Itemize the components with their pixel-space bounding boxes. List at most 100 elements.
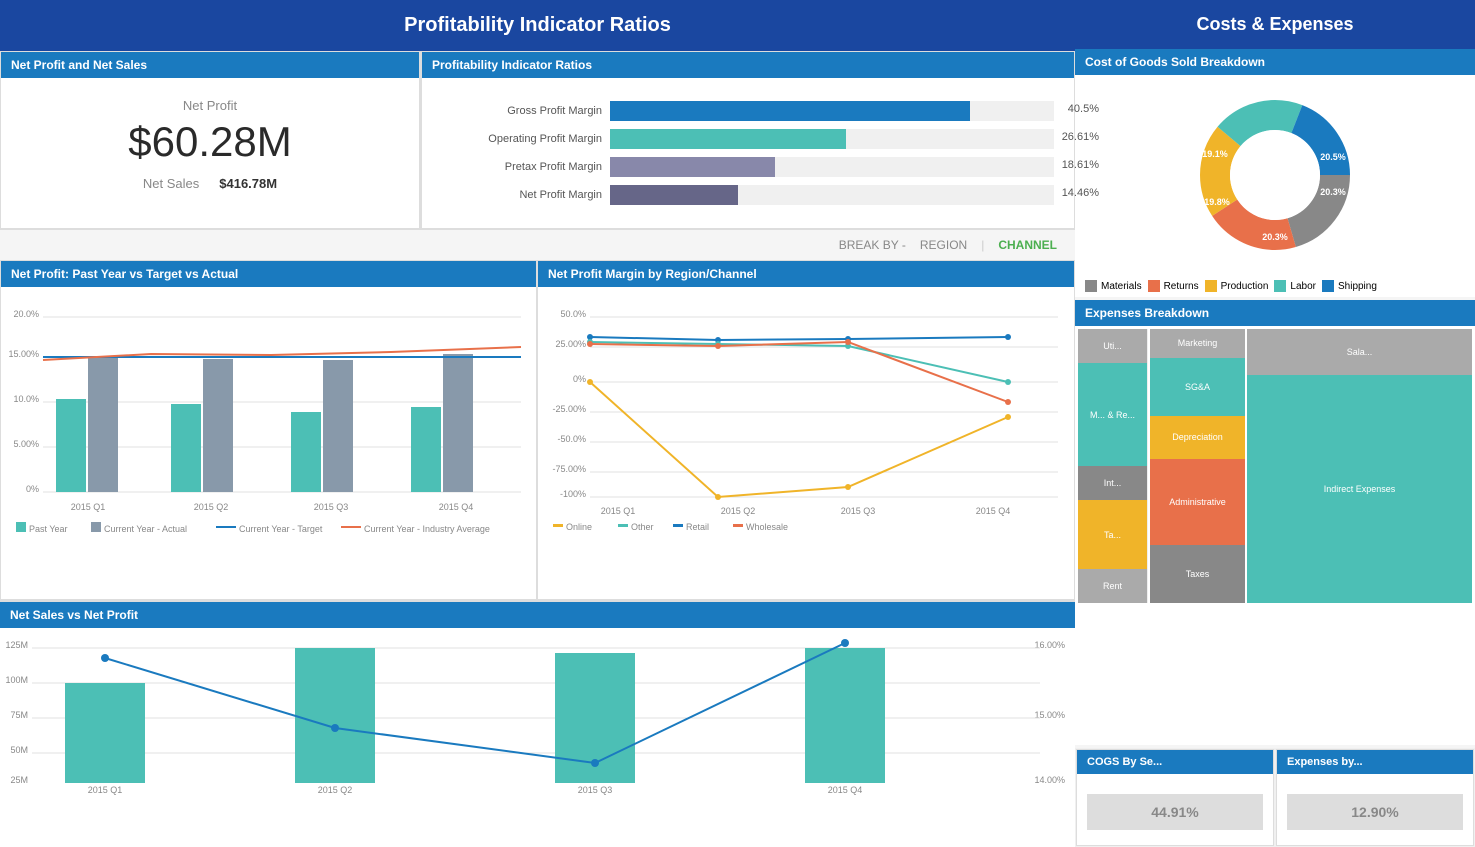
net-profit-margin-header: Net Profit Margin by Region/Channel (538, 261, 1074, 287)
middle-charts-row: Net Profit: Past Year vs Target vs Actua… (0, 260, 1075, 600)
main-header: Profitability Indicator Ratios (0, 0, 1075, 51)
svg-text:-50.0%: -50.0% (557, 434, 586, 444)
cogs-section: Cost of Goods Sold Breakdown (1075, 49, 1475, 297)
production-color (1205, 280, 1217, 292)
break-region-btn[interactable]: REGION (914, 236, 973, 254)
net-profit-past-chart: Net Profit: Past Year vs Target vs Actua… (0, 260, 537, 600)
cogs-by-segment-value: 44.91% (1087, 794, 1263, 830)
exp-dep: Depreciation (1150, 416, 1245, 459)
right-header: Costs & Expenses (1075, 0, 1475, 49)
svg-text:2015 Q4: 2015 Q4 (828, 785, 863, 795)
svg-text:2015 Q4: 2015 Q4 (976, 506, 1011, 516)
net-profit-margin-chart: Net Profit Margin by Region/Channel 50.0… (537, 260, 1075, 600)
net-sales-header: Net Sales vs Net Profit (0, 602, 1075, 628)
net-profit-past-content: 20.0% 15.00% 10.0% 5.00% 0% (1, 287, 536, 599)
expenses-by-value: 12.90% (1287, 794, 1463, 830)
net-sales-row: Net Sales $416.78M (21, 176, 399, 191)
svg-text:Current Year - Target: Current Year - Target (239, 524, 323, 534)
svg-text:2015 Q1: 2015 Q1 (601, 506, 636, 516)
svg-text:5.00%: 5.00% (13, 439, 39, 449)
svg-text:75M: 75M (10, 710, 28, 720)
labor-color (1274, 280, 1286, 292)
net-sales-chart-content: 125M 100M 75M 50M 25M 16.00% 15.00% 14.0… (0, 628, 1075, 803)
exp-sga: SG&A (1150, 358, 1245, 416)
svg-text:2015 Q2: 2015 Q2 (318, 785, 353, 795)
svg-text:2015 Q2: 2015 Q2 (194, 502, 229, 512)
net-sales-svg: 125M 100M 75M 50M 25M 16.00% 15.00% 14.0… (0, 628, 1070, 798)
svg-text:20.0%: 20.0% (13, 309, 39, 319)
exp-taxes: Taxes (1150, 545, 1245, 603)
svg-text:Online: Online (566, 522, 592, 532)
exp-int: Int... (1078, 466, 1147, 500)
svg-text:-25.00%: -25.00% (552, 404, 586, 414)
svg-text:20.3%: 20.3% (1262, 232, 1288, 242)
net-sales-value: $416.78M (219, 176, 277, 191)
profitability-bar-row: Operating Profit Margin26.61% (442, 129, 1054, 149)
net-profit-value: $60.28M (21, 118, 399, 166)
svg-text:0%: 0% (573, 374, 586, 384)
net-profit-margin-content: 50.0% 25.00% 0% -25.00% -50.0% -75.00% -… (538, 287, 1074, 599)
exp-sala: Sala... (1247, 329, 1472, 375)
svg-text:2015 Q3: 2015 Q3 (578, 785, 613, 795)
expenses-mid-col: Marketing SG&A Depreciation Administrati… (1150, 329, 1245, 603)
donut-chart: 20.5% 20.3% 20.3% 19.8% 19.1% (1185, 85, 1365, 265)
donut-container: 20.5% 20.3% 20.3% 19.8% 19.1% (1075, 75, 1475, 275)
legend-shipping: Shipping (1322, 280, 1377, 292)
svg-text:-75.00%: -75.00% (552, 464, 586, 474)
expenses-by-header: Expenses by... (1277, 750, 1473, 774)
right-panel: Costs & Expenses Cost of Goods Sold Brea… (1075, 0, 1475, 847)
svg-text:2015 Q3: 2015 Q3 (314, 502, 349, 512)
net-sales-label: Net Sales (143, 176, 199, 191)
exp-ta: Ta... (1078, 500, 1147, 569)
svg-text:125M: 125M (5, 640, 28, 650)
svg-text:20.5%: 20.5% (1320, 152, 1346, 162)
net-profit-content: Net Profit $60.28M Net Sales $416.78M (1, 78, 419, 211)
svg-text:25.00%: 25.00% (555, 339, 586, 349)
expenses-by-content: 12.90% (1277, 774, 1473, 845)
svg-text:Retail: Retail (686, 522, 709, 532)
svg-text:0%: 0% (26, 484, 39, 494)
exp-indirect: Indirect Expenses (1247, 375, 1472, 603)
exp-uti: Uti... (1078, 329, 1147, 363)
svg-text:2015 Q4: 2015 Q4 (439, 502, 474, 512)
legend-production: Production (1205, 280, 1269, 292)
expenses-by-box: Expenses by... 12.90% (1276, 749, 1474, 846)
net-profit-margin-svg: 50.0% 25.00% 0% -25.00% -50.0% -75.00% -… (538, 292, 1068, 562)
svg-text:2015 Q1: 2015 Q1 (88, 785, 123, 795)
profitability-bar-row: Net Profit Margin14.46% (442, 185, 1054, 205)
svg-text:2015 Q1: 2015 Q1 (71, 502, 106, 512)
svg-text:19.1%: 19.1% (1202, 149, 1228, 159)
cogs-by-segment-box: COGS By Se... 44.91% (1076, 749, 1274, 846)
svg-text:50M: 50M (10, 745, 28, 755)
exp-m-re: M... & Re... (1078, 363, 1147, 466)
profitability-content: Gross Profit Margin40.5% Operating Profit… (422, 78, 1074, 228)
left-panel: Profitability Indicator Ratios Net Profi… (0, 0, 1075, 847)
cogs-legend: Materials Returns Production Labor Shipp… (1075, 275, 1475, 297)
svg-text:2015 Q2: 2015 Q2 (721, 506, 756, 516)
svg-text:Wholesale: Wholesale (746, 522, 788, 532)
profitability-box: Profitability Indicator Ratios Gross Pro… (420, 51, 1075, 229)
net-profit-label: Net Profit (21, 98, 399, 113)
svg-text:Other: Other (631, 522, 654, 532)
net-profit-past-svg: 20.0% 15.00% 10.0% 5.00% 0% (1, 292, 531, 562)
svg-text:25M: 25M (10, 775, 28, 785)
net-profit-past-header: Net Profit: Past Year vs Target vs Actua… (1, 261, 536, 287)
profitability-bars: Gross Profit Margin40.5% Operating Profit… (442, 101, 1054, 205)
svg-text:50.0%: 50.0% (560, 309, 586, 319)
svg-text:19.8%: 19.8% (1204, 197, 1230, 207)
materials-color (1085, 280, 1097, 292)
svg-text:15.00%: 15.00% (8, 349, 39, 359)
top-row: Net Profit and Net Sales Net Profit $60.… (0, 51, 1075, 229)
profitability-bar-row: Gross Profit Margin40.5% (442, 101, 1054, 121)
expenses-left-col: Uti... M... & Re... Int... Ta... Rent (1078, 329, 1148, 603)
svg-text:Past Year: Past Year (29, 524, 68, 534)
svg-text:Current Year - Industry Averag: Current Year - Industry Average (364, 524, 490, 534)
svg-text:10.0%: 10.0% (13, 394, 39, 404)
break-channel-btn[interactable]: CHANNEL (992, 236, 1063, 254)
shipping-color (1322, 280, 1334, 292)
legend-labor: Labor (1274, 280, 1316, 292)
net-profit-box: Net Profit and Net Sales Net Profit $60.… (0, 51, 420, 229)
svg-text:100M: 100M (5, 675, 28, 685)
svg-text:20.3%: 20.3% (1320, 187, 1346, 197)
svg-text:2015 Q3: 2015 Q3 (841, 506, 876, 516)
